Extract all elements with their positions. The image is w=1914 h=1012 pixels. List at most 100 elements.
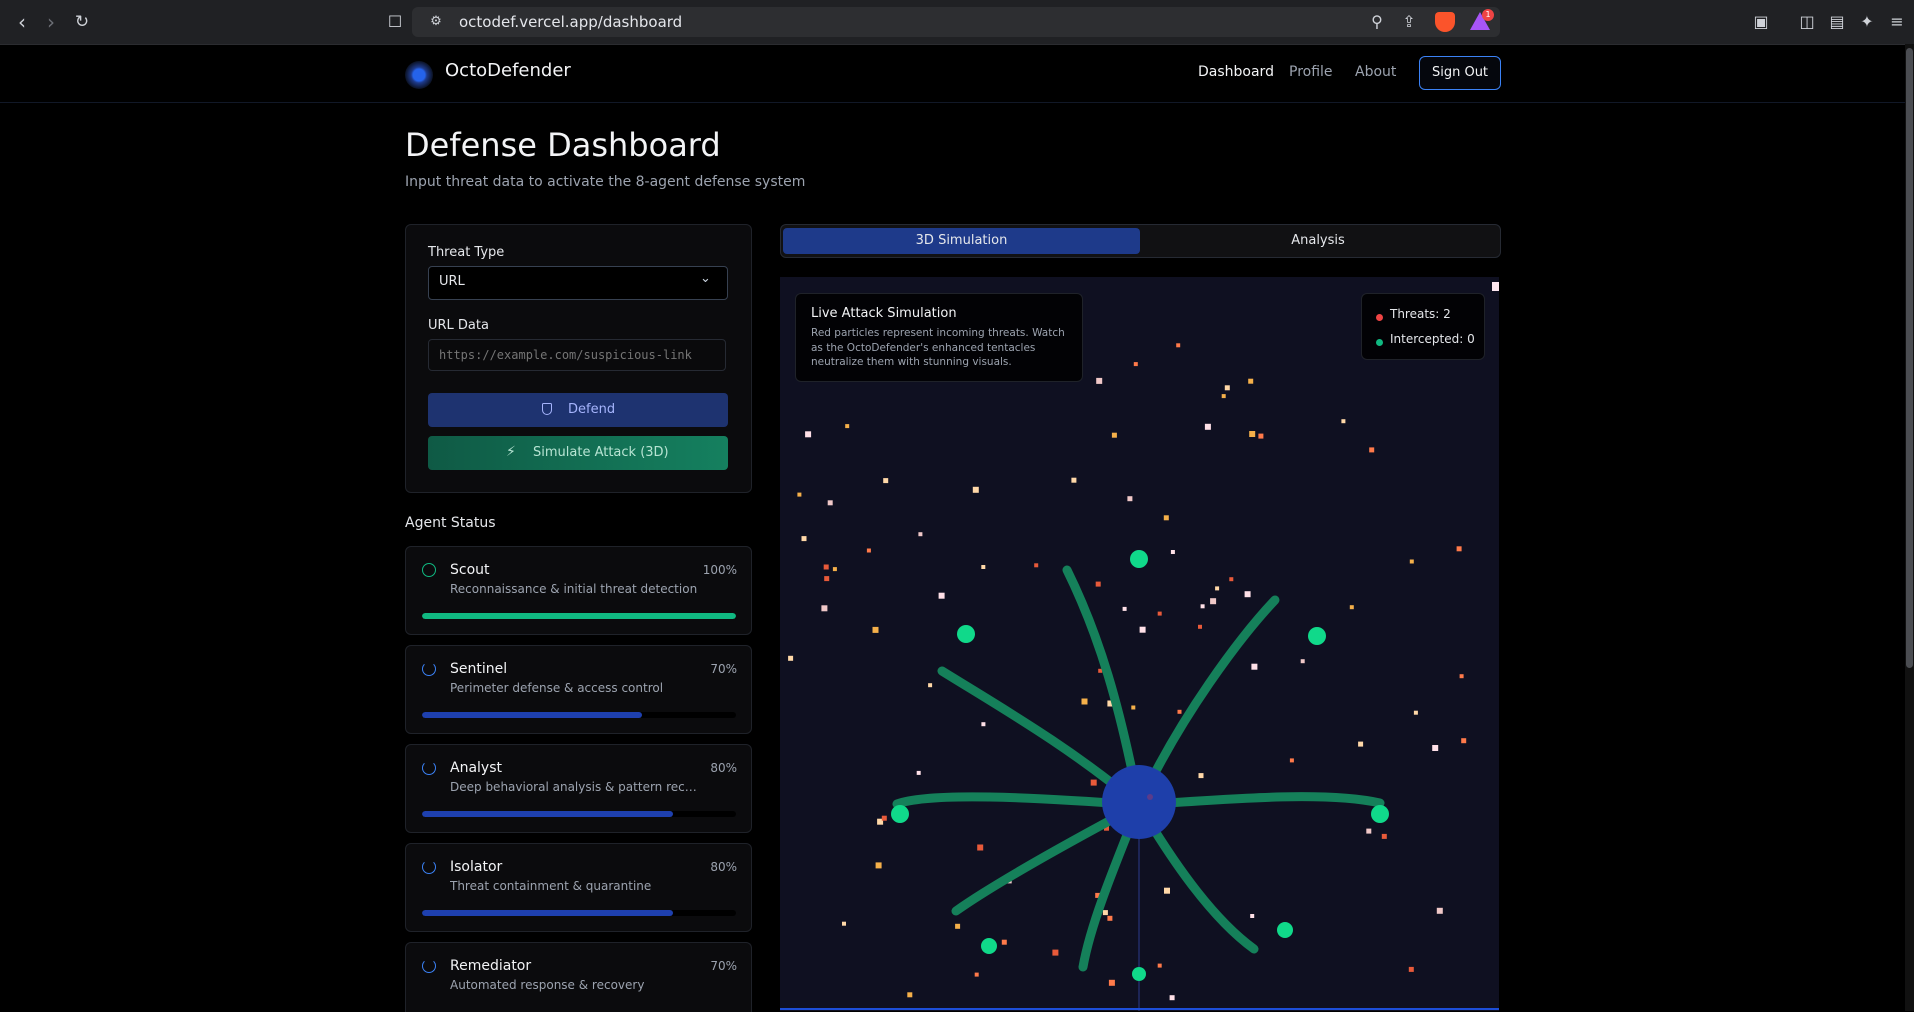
threat-particle <box>1251 663 1258 670</box>
threat-particle <box>1229 577 1234 582</box>
threat-particle <box>1139 626 1146 633</box>
reader-icon[interactable]: ▣ <box>1750 11 1772 33</box>
tentacle-tip <box>891 805 909 823</box>
threat-particle <box>1210 598 1217 605</box>
threat-type-select[interactable] <box>428 266 728 300</box>
threat-particle <box>1341 419 1346 424</box>
agent-description: Deep behavioral analysis & pattern recog… <box>450 780 700 794</box>
threat-particle <box>1157 963 1162 968</box>
simulation-info-description: Red particles represent incoming threats… <box>811 327 1065 368</box>
agent-percent: 70% <box>710 662 737 676</box>
wallet-icon[interactable]: ▤ <box>1826 11 1848 33</box>
zoom-icon[interactable]: ⚲ <box>1366 11 1388 33</box>
threat-particle <box>875 862 882 869</box>
agent-description: Threat containment & quarantine <box>450 879 652 893</box>
intercepted-count: Intercepted: 0 <box>1390 332 1475 346</box>
chevron-down-icon[interactable]: ⌄ <box>700 271 711 286</box>
agent-card-scout: Scout Reconnaissance & initial threat de… <box>405 546 752 635</box>
simulation-scene <box>780 329 1499 1011</box>
agent-percent: 70% <box>710 959 737 973</box>
brave-shield-icon[interactable] <box>1435 12 1455 32</box>
threat-particle <box>832 567 837 572</box>
threat-particle <box>1204 423 1211 430</box>
forward-icon[interactable]: › <box>39 10 63 34</box>
core-highlight <box>1147 794 1153 800</box>
agent-progress-bar <box>422 910 736 916</box>
agent-name: Scout <box>450 562 490 578</box>
threat-particle <box>805 431 812 438</box>
threat-particle <box>918 532 923 537</box>
threat-particle <box>1249 431 1256 437</box>
nav-about[interactable]: About <box>1355 64 1396 80</box>
tab-analysis[interactable]: Analysis <box>1140 228 1496 254</box>
page-subtitle: Input threat data to activate the 8-agen… <box>405 174 806 190</box>
threat-particle <box>1413 710 1418 715</box>
brand-name[interactable]: OctoDefender <box>445 60 571 81</box>
agent-card-analyst: Analyst Deep behavioral analysis & patte… <box>405 744 752 833</box>
threat-particle <box>1198 773 1204 779</box>
menu-icon[interactable]: ≡ <box>1886 11 1908 33</box>
back-icon[interactable]: ‹ <box>10 10 34 34</box>
site-settings-icon[interactable]: ⚙ <box>425 11 447 33</box>
tentacle-tip <box>957 625 975 643</box>
tab-3d-simulation[interactable]: 3D Simulation <box>783 228 1140 254</box>
agent-card-remediator: Remediator Automated response & recovery… <box>405 942 752 1012</box>
tentacle-tip <box>981 938 997 954</box>
threat-particle <box>1170 550 1175 554</box>
loading-spinner-icon <box>422 662 436 676</box>
agent-name: Remediator <box>450 958 532 974</box>
threat-particle <box>1408 966 1414 972</box>
sidebar-icon[interactable]: ◫ <box>1796 11 1818 33</box>
threat-particle <box>1200 604 1205 609</box>
threat-particle <box>883 478 889 484</box>
simulate-attack-button[interactable]: ⚡︎ Simulate Attack (3D) <box>428 436 728 470</box>
share-icon[interactable]: ⇪ <box>1398 11 1420 33</box>
attack-simulation-canvas[interactable] <box>780 277 1499 1011</box>
reload-icon[interactable]: ↻ <box>70 10 94 34</box>
threat-particle <box>1358 741 1364 747</box>
agent-percent: 80% <box>710 860 737 874</box>
threat-particle <box>1366 828 1372 834</box>
nav-dashboard[interactable]: Dashboard <box>1198 64 1274 80</box>
threat-particle <box>1169 995 1175 1001</box>
threat-particle <box>981 565 986 569</box>
octodefender-logo[interactable] <box>405 61 433 89</box>
edge-particle <box>1492 282 1499 291</box>
threat-particle <box>827 500 833 506</box>
app-header <box>0 44 1914 103</box>
threat-particle <box>821 605 828 612</box>
tentacle-tip <box>1130 550 1148 568</box>
agent-name: Sentinel <box>450 661 508 677</box>
threat-particle <box>1108 979 1115 986</box>
scrollbar-thumb[interactable] <box>1906 48 1913 668</box>
threat-particle <box>977 844 984 851</box>
loading-spinner-icon <box>422 761 436 775</box>
threat-particle <box>1131 705 1136 710</box>
threat-particle <box>1081 698 1088 705</box>
nav-profile[interactable]: Profile <box>1289 64 1333 80</box>
url-text[interactable]: octodef.vercel.app/dashboard <box>459 13 682 31</box>
simulate-attack-label: Simulate Attack (3D) <box>533 445 669 460</box>
threat-particle <box>907 992 913 998</box>
agent-status-title: Agent Status <box>405 515 496 531</box>
threat-particle <box>928 683 933 688</box>
agent-percent: 100% <box>702 563 737 577</box>
defend-button[interactable]: Defend <box>428 393 728 427</box>
threat-particle <box>972 486 979 493</box>
bookmark-icon[interactable]: ☐ <box>384 11 406 33</box>
threat-particle <box>1244 591 1251 598</box>
octodefender-core <box>1102 765 1176 839</box>
threat-particle <box>938 592 945 599</box>
threat-particle <box>823 564 829 570</box>
threat-particle <box>1034 563 1039 568</box>
leo-ai-icon[interactable]: ✦ <box>1856 11 1878 33</box>
sign-out-button[interactable]: Sign Out <box>1419 56 1501 90</box>
threat-type-value[interactable]: URL <box>439 274 465 289</box>
agent-description: Perimeter defense & access control <box>450 681 664 695</box>
threat-particle <box>842 921 846 926</box>
url-data-input[interactable] <box>428 339 726 371</box>
threat-particle <box>1198 624 1202 629</box>
agent-progress-bar <box>422 712 736 718</box>
threat-particle <box>1459 674 1464 679</box>
agent-progress-bar <box>422 811 736 817</box>
